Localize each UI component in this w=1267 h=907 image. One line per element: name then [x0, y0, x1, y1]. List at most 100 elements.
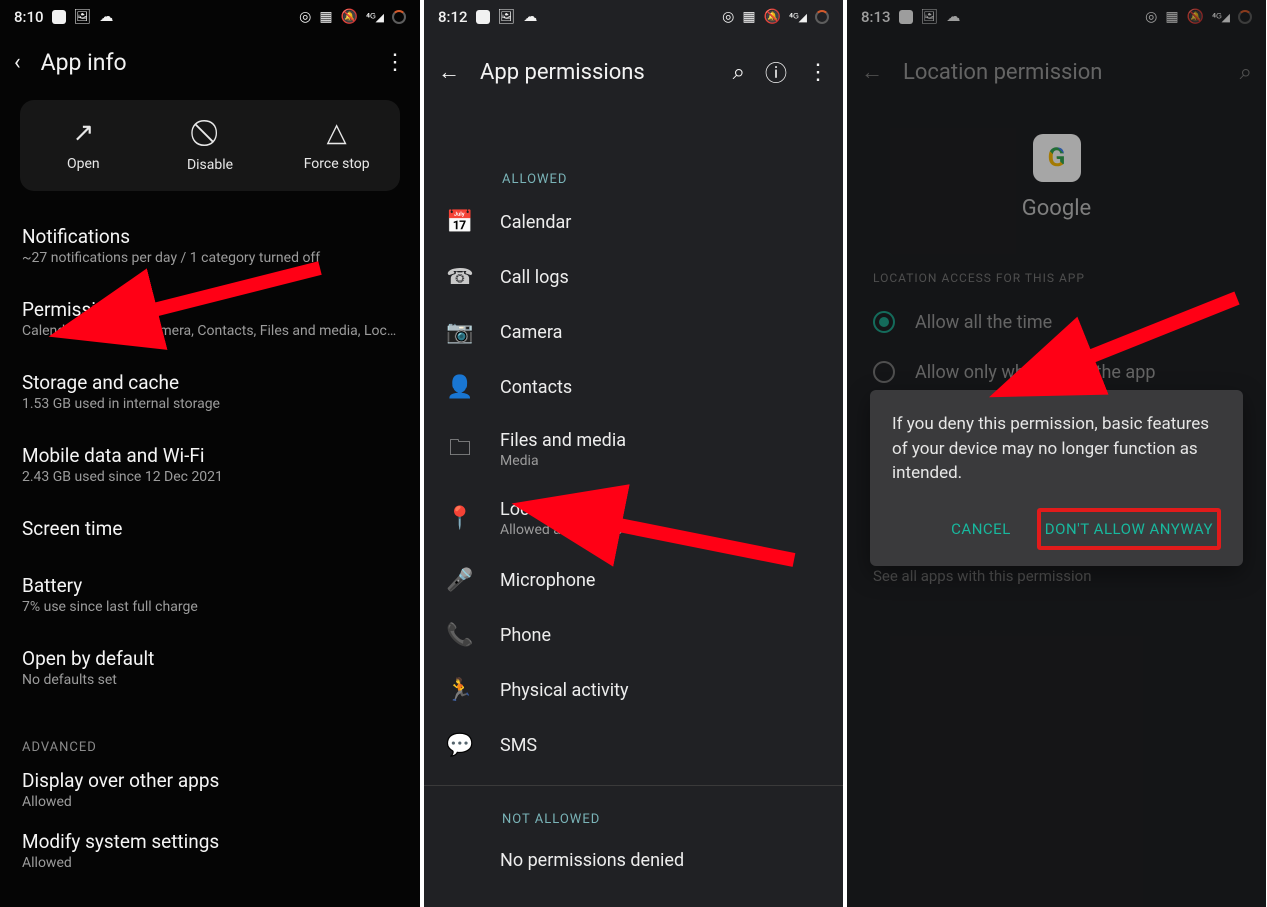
perm-microphone[interactable]: 🎤 Microphone: [424, 553, 843, 608]
volte-icon: ▦: [319, 10, 332, 24]
perm-label: Phone: [500, 625, 551, 646]
clock: 8:12: [438, 8, 468, 26]
row-sub: 2.43 GB used since 12 Dec 2021: [22, 469, 398, 485]
no-permissions-denied: No permissions denied: [424, 835, 843, 886]
perm-label: Call logs: [500, 267, 569, 288]
header: ‹ App info ⋮: [0, 34, 420, 90]
perm-camera[interactable]: 📷 Camera: [424, 305, 843, 360]
overflow-icon[interactable]: ⋮: [384, 50, 406, 75]
notification-dot-icon: [52, 10, 66, 24]
back-icon[interactable]: ←: [438, 59, 460, 85]
perm-label: Physical activity: [500, 680, 629, 701]
perm-label: Files and media: [500, 430, 626, 451]
perm-label: SMS: [500, 735, 537, 756]
notification-dot-icon: [476, 10, 490, 24]
perm-sms[interactable]: 💬 SMS: [424, 718, 843, 773]
row-sub: Calendar, Call logs, Camera, Contacts, F…: [22, 323, 398, 339]
row-sub: ~27 notifications per day / 1 category t…: [22, 250, 398, 266]
perm-label: Calendar: [500, 212, 571, 233]
back-icon[interactable]: ‹: [14, 50, 21, 75]
mute-icon: 🔕: [341, 10, 358, 24]
row-title: Notifications: [22, 225, 398, 248]
perm-label: Contacts: [500, 377, 572, 398]
row-battery[interactable]: Battery 7% use since last full charge: [22, 558, 398, 631]
perm-location[interactable]: 📍 Location Allowed all the time: [424, 484, 843, 553]
volte-icon: ▦: [742, 10, 755, 24]
help-icon[interactable]: ⓘ: [765, 56, 787, 88]
battery-ring-icon: [815, 10, 829, 24]
perm-sub: Media: [500, 453, 626, 469]
hotspot-icon: ◎: [299, 10, 311, 24]
perm-activity[interactable]: 🏃 Physical activity: [424, 663, 843, 718]
battery-ring-icon: [392, 10, 406, 24]
sms-icon: 💬: [444, 733, 476, 758]
row-permissions[interactable]: Permissions Calendar, Call logs, Camera,…: [22, 282, 398, 355]
row-sub: 7% use since last full charge: [22, 599, 398, 615]
perm-files[interactable]: 🗀 Files and media Media: [424, 415, 843, 484]
row-display-over[interactable]: Display over other apps Allowed: [22, 759, 398, 820]
force-stop-button[interactable]: △ Force stop: [273, 118, 400, 173]
contacts-icon: 👤: [444, 375, 476, 400]
open-button[interactable]: ↗ Open: [20, 118, 147, 173]
row-title: Screen time: [22, 517, 398, 540]
perm-call-logs[interactable]: ☎ Call logs: [424, 250, 843, 305]
none-denied-label: No permissions denied: [500, 850, 684, 871]
cancel-button[interactable]: CANCEL: [947, 512, 1015, 546]
page-title: App info: [41, 49, 364, 76]
screen-location-permission: 8:13 🖼 ☁ ◎ ▦ 🔕 ⁴ᴳ◢ ← Location permission…: [847, 0, 1266, 907]
folder-icon: 🗀: [444, 431, 476, 469]
row-title: Open by default: [22, 647, 398, 670]
row-title: Modify system settings: [22, 830, 398, 853]
page-title: App permissions: [480, 60, 713, 85]
location-icon: 📍: [444, 506, 476, 531]
perm-phone[interactable]: 📞 Phone: [424, 608, 843, 663]
calendar-icon: 📅: [444, 210, 476, 235]
open-icon: ↗: [20, 118, 147, 148]
disable-button[interactable]: ⃠ Disable: [147, 118, 274, 173]
row-sub: No defaults set: [22, 672, 398, 688]
warning-icon: △: [273, 118, 400, 148]
perm-sub: Allowed all the time: [500, 522, 622, 538]
row-title: Mobile data and Wi-Fi: [22, 444, 398, 467]
perm-contacts[interactable]: 👤 Contacts: [424, 360, 843, 415]
row-notifications[interactable]: Notifications ~27 notifications per day …: [22, 209, 398, 282]
row-modify-system[interactable]: Modify system settings Allowed: [22, 820, 398, 881]
activity-icon: 🏃: [444, 678, 476, 703]
row-open-by-default[interactable]: Open by default No defaults set: [22, 631, 398, 704]
overflow-icon[interactable]: ⋮: [807, 60, 829, 85]
perm-label: Location: [500, 499, 622, 520]
force-stop-label: Force stop: [304, 156, 370, 172]
perm-calendar[interactable]: 📅 Calendar: [424, 195, 843, 250]
status-bar: 8:12 🖼 ☁ ◎ ▦ 🔕 ⁴ᴳ◢: [424, 0, 843, 34]
row-title: Display over other apps: [22, 769, 398, 792]
section-advanced: ADVANCED: [22, 740, 398, 755]
hotspot-icon: ◎: [722, 10, 734, 24]
row-title: Battery: [22, 574, 398, 597]
call-log-icon: ☎: [444, 265, 476, 290]
cloud-icon: ☁: [523, 10, 537, 24]
signal-icon: ⁴ᴳ◢: [789, 12, 807, 23]
disable-icon: ⃠: [147, 118, 274, 149]
dialog-message: If you deny this permission, basic featu…: [892, 412, 1221, 486]
row-storage[interactable]: Storage and cache 1.53 GB used in intern…: [22, 355, 398, 428]
mute-icon: 🔕: [764, 10, 781, 24]
settings-list: Notifications ~27 notifications per day …: [0, 209, 420, 881]
row-sub: Allowed: [22, 794, 398, 810]
open-label: Open: [67, 156, 100, 172]
camera-icon: 📷: [444, 320, 476, 345]
cloud-icon: ☁: [99, 10, 113, 24]
row-sub: Allowed: [22, 855, 398, 871]
search-icon[interactable]: ⌕: [733, 60, 745, 85]
clock: 8:10: [14, 8, 44, 26]
image-icon: 🖼: [498, 10, 516, 24]
perm-label: Camera: [500, 322, 562, 343]
row-mobile-data[interactable]: Mobile data and Wi-Fi 2.43 GB used since…: [22, 428, 398, 501]
image-icon: 🖼: [74, 10, 92, 24]
row-screen-time[interactable]: Screen time: [22, 501, 398, 558]
dont-allow-anyway-button[interactable]: DON'T ALLOW ANYWAY: [1037, 508, 1221, 550]
signal-icon: ⁴ᴳ◢: [366, 12, 384, 23]
row-title: Storage and cache: [22, 371, 398, 394]
header: ← App permissions ⌕ ⓘ ⋮: [424, 34, 843, 110]
status-bar: 8:10 🖼 ☁ ◎ ▦ 🔕 ⁴ᴳ◢: [0, 0, 420, 34]
row-title: Permissions: [22, 298, 398, 321]
